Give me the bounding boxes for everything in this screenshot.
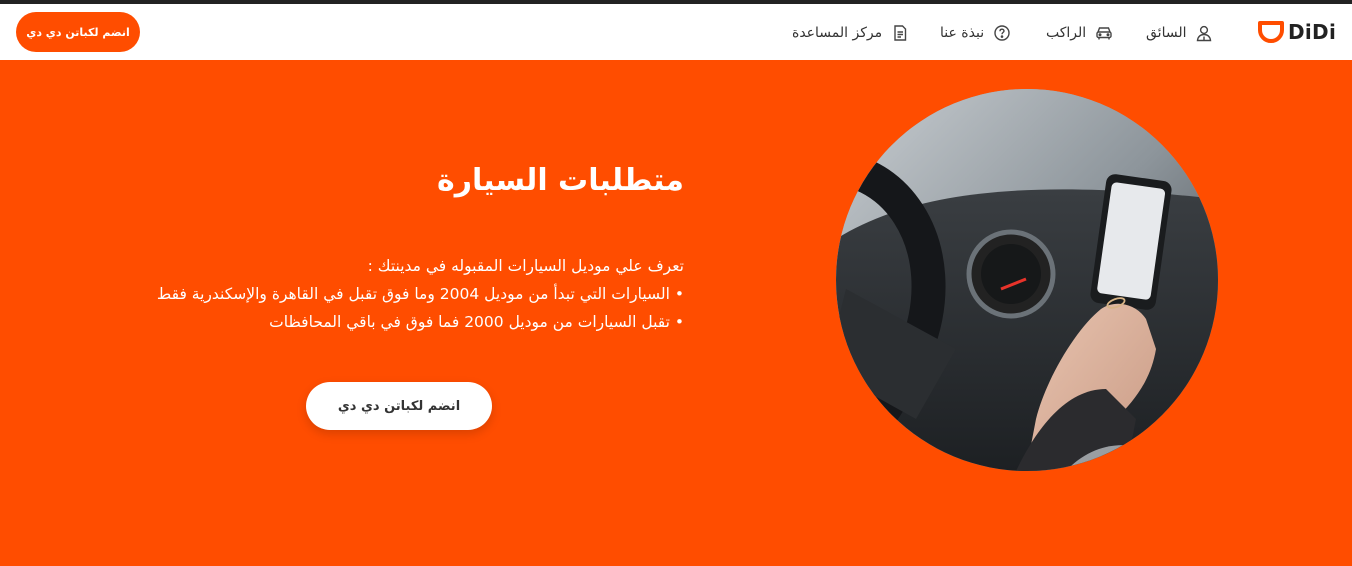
- hero-bullet: • السيارات التي تبدأ من موديل 2004 وما ف…: [156, 285, 684, 303]
- hero-description: تعرف علي موديل السيارات المقبوله في مدين…: [157, 252, 684, 336]
- hero-bullet: • تقبل السيارات من موديل 2000 فما فوق في…: [269, 313, 684, 331]
- nav-item-about[interactable]: نبذة عنا: [940, 22, 1011, 44]
- didi-logo[interactable]: DiDi: [1258, 18, 1336, 46]
- document-icon: [891, 24, 909, 42]
- question-circle-icon: [993, 24, 1011, 42]
- hero-image: [836, 89, 1218, 471]
- nav-item-label: السائق: [1146, 25, 1187, 41]
- didi-logo-icon: [1258, 20, 1284, 44]
- brand-name: DiDi: [1288, 20, 1337, 44]
- nav-item-rider[interactable]: الراكب: [1046, 22, 1113, 44]
- driver-icon: [1195, 24, 1213, 42]
- site-header: DiDi السائق الراكب نبذة عنا مركز المساعد…: [0, 4, 1352, 60]
- car-icon: [1095, 24, 1113, 42]
- hero-join-button[interactable]: انضم لكباتن دي دي: [306, 382, 492, 430]
- nav-item-label: مركز المساعدة: [792, 25, 883, 41]
- nav-item-driver[interactable]: السائق: [1146, 22, 1213, 44]
- nav-item-label: الراكب: [1046, 25, 1087, 41]
- hero-intro-text: تعرف علي موديل السيارات المقبوله في مدين…: [367, 257, 684, 275]
- hero-title: متطلبات السيارة: [437, 163, 684, 198]
- join-captains-button[interactable]: انضم لكباتن دي دي: [16, 12, 140, 52]
- nav-item-label: نبذة عنا: [940, 25, 985, 41]
- nav-item-help-center[interactable]: مركز المساعدة: [792, 22, 909, 44]
- hero-section: متطلبات السيارة تعرف علي موديل السيارات …: [0, 60, 1352, 566]
